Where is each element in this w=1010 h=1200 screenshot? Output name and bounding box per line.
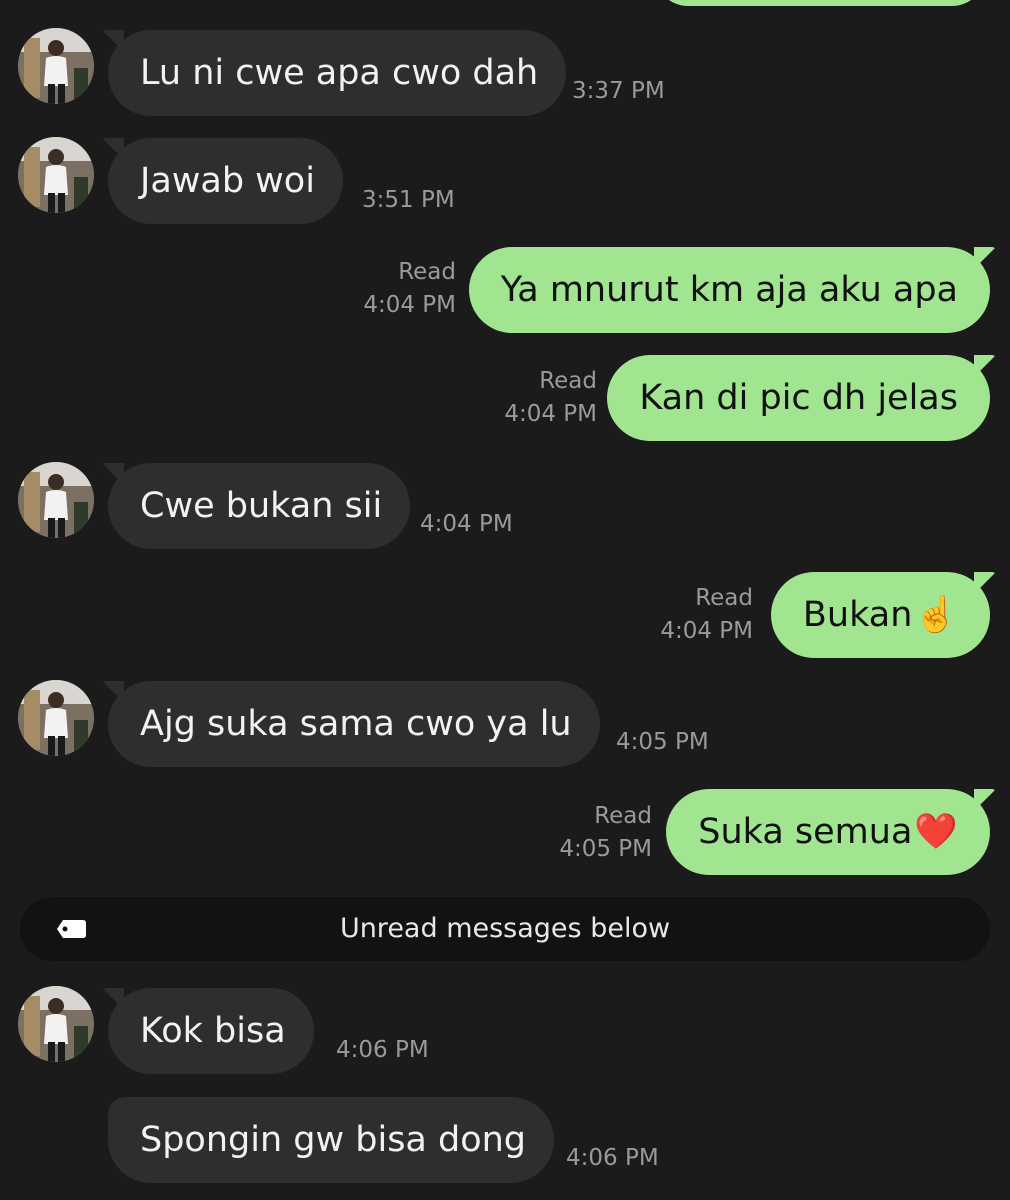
unread-label: Unread messages below: [339, 913, 671, 944]
message-time: 4:05 PM: [559, 836, 652, 862]
message-text: Suka semua: [698, 811, 913, 852]
message-meta: Read 4:04 PM: [660, 582, 753, 648]
contact-avatar[interactable]: [18, 137, 94, 213]
avatar-photo-icon: [18, 137, 94, 213]
message-time: 4:06 PM: [336, 1037, 429, 1063]
unread-messages-divider: Unread messages below: [20, 897, 990, 961]
message-bubble-incoming[interactable]: Kok bisa: [102, 988, 314, 1074]
message-meta: Read 4:05 PM: [559, 800, 652, 866]
message-text: Bukan: [802, 594, 913, 635]
message-time: 3:37 PM: [572, 78, 665, 104]
read-status: Read: [398, 259, 456, 285]
message-bubble-outgoing[interactable]: Bukan ☝️: [770, 572, 996, 658]
message-text: Lu ni cwe apa cwo dah: [140, 52, 539, 93]
bubble-tail: [974, 789, 996, 811]
message-time: 4:04 PM: [504, 401, 597, 427]
message-text: Ya mnurut km aja aku apa: [500, 269, 958, 310]
bubble-tail: [102, 681, 124, 703]
avatar-photo-icon: [18, 986, 94, 1062]
contact-avatar[interactable]: [18, 680, 94, 756]
message-text: Jawab woi: [140, 160, 315, 201]
bubble-tail: [102, 988, 124, 1010]
avatar-photo-icon: [18, 462, 94, 538]
message-text: Ajg suka sama cwo ya lu: [140, 703, 572, 744]
avatar-photo-icon: [18, 680, 94, 756]
message-bubble-incoming[interactable]: Ajg suka sama cwo ya lu: [102, 681, 600, 767]
bubble-tail: [974, 572, 996, 594]
message-bubble-outgoing[interactable]: Kan di pic dh jelas: [607, 355, 996, 441]
message-bubble-incoming[interactable]: Lu ni cwe apa cwo dah: [102, 30, 567, 116]
message-text: Spongin gw bisa dong: [140, 1119, 527, 1160]
message-time: 3:51 PM: [362, 187, 455, 213]
message-meta: Read 4:04 PM: [504, 365, 597, 431]
bubble-tail: [102, 463, 124, 485]
pointing-up-emoji: ☝️: [914, 594, 958, 635]
bubble-tail: [974, 355, 996, 377]
contact-avatar[interactable]: [18, 462, 94, 538]
avatar-photo-icon: [18, 28, 94, 104]
message-time: 4:04 PM: [363, 292, 456, 318]
message-bubble-incoming[interactable]: Jawab woi: [102, 138, 343, 224]
bubble-tail: [974, 247, 996, 269]
bubble-tail: [102, 30, 124, 52]
message-time: 4:05 PM: [616, 729, 709, 755]
message-bubble-outgoing[interactable]: Suka semua ❤️: [666, 789, 996, 875]
message-text: Cwe bukan sii: [140, 485, 383, 526]
message-meta: Read 4:04 PM: [363, 256, 456, 322]
read-status: Read: [594, 803, 652, 829]
message-bubble-incoming[interactable]: Spongin gw bisa dong: [108, 1097, 555, 1183]
outgoing-bubble-partial[interactable]: [655, 0, 985, 6]
bubble-tail: [102, 138, 124, 160]
read-status: Read: [695, 585, 753, 611]
chat-conversation: Lu ni cwe apa cwo dah 3:37 PM Jawab woi …: [0, 0, 1010, 1200]
red-heart-emoji: ❤️: [914, 811, 958, 852]
contact-avatar[interactable]: [18, 986, 94, 1062]
contact-avatar[interactable]: [18, 28, 94, 104]
message-text: Kan di pic dh jelas: [639, 377, 958, 418]
read-status: Read: [539, 368, 597, 394]
message-text: Kok bisa: [140, 1010, 286, 1051]
message-time: 4:06 PM: [566, 1145, 659, 1171]
message-time: 4:04 PM: [420, 511, 513, 537]
message-bubble-outgoing[interactable]: Ya mnurut km aja aku apa: [468, 247, 996, 333]
message-bubble-incoming[interactable]: Cwe bukan sii: [102, 463, 411, 549]
message-time: 4:04 PM: [660, 618, 753, 644]
